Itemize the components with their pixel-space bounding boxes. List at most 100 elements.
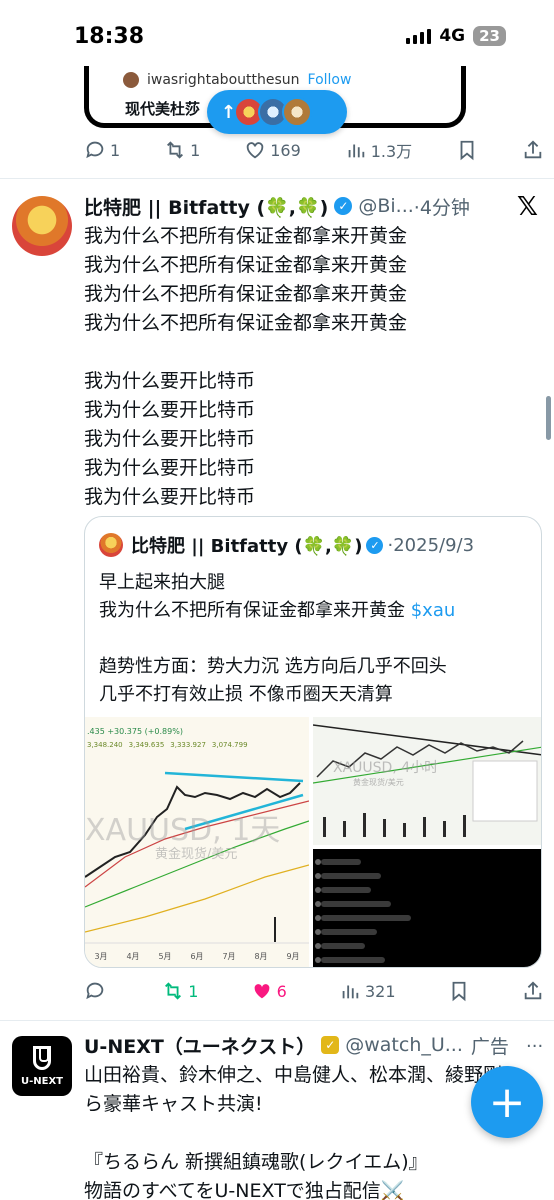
views-icon [348, 144, 364, 158]
battery-level: 23 [473, 26, 506, 46]
ad-handle[interactable]: @watch_U... [345, 1034, 463, 1056]
chat-line [321, 915, 411, 921]
reply-icon [86, 982, 104, 1000]
quote-display-name: 比特肥 || Bitfatty (🍀,🍀) [131, 536, 363, 557]
chat-line [321, 901, 391, 907]
post-line: 我为什么不把所有保证金都拿来开黄金 [84, 254, 408, 276]
bookmark-button[interactable] [448, 980, 470, 1002]
status-bar: 18:38 4G 23 [0, 0, 554, 74]
like-count: 169 [270, 140, 301, 160]
post-actions: 1 6 321 [84, 980, 544, 1002]
post-line: 我为什么要开比特币 [84, 457, 256, 479]
repost-count: 1 [188, 981, 199, 1001]
ad-avatar[interactable]: U-NEXT [12, 1036, 72, 1096]
share-button[interactable] [522, 980, 544, 1002]
post-header: 比特肥 || Bitfatty (🍀,🍀) ✓ @Bi... ·4分钟 [84, 192, 524, 220]
chart-watermark-sub: 黄金现货/美元 [155, 847, 238, 862]
chat-line [321, 887, 371, 893]
like-button[interactable]: 6 [251, 980, 287, 1002]
quote-avatar [99, 533, 123, 557]
pill-avatar [282, 97, 313, 127]
chat-screenshot-image[interactable] [313, 849, 541, 967]
repost-button[interactable]: 1 [162, 980, 198, 1002]
compose-post-button[interactable]: + [471, 1066, 543, 1138]
quote-line: 我为什么不把所有保证金都拿来开黄金 $xau [99, 597, 455, 625]
ad-line [84, 1119, 502, 1148]
reply-icon [86, 141, 104, 159]
repost-icon [165, 982, 182, 1000]
share-icon [524, 140, 542, 159]
chart-image-daily[interactable]: .435 +30.375 (+0.89%) 3,348.240 3,349.63… [85, 717, 309, 967]
post-line: 我为什么要开比特币 [84, 486, 256, 508]
quote-line: 趋势性方面：势大力沉 选方向后几乎不回头 [99, 656, 447, 677]
ad-header: U-NEXT（ユーネクスト） ✓ @watch_U... 广告 [84, 1031, 524, 1059]
x-tick-label: 8月 [254, 952, 268, 961]
repost-icon [167, 141, 184, 159]
view-count: 1.3万 [370, 142, 413, 161]
bookmark-button[interactable] [456, 139, 478, 161]
reply-button[interactable] [84, 980, 110, 1002]
prev-post-actions: 1 1 169 1.3万 [84, 138, 544, 162]
ad-line: 山田裕貴、鈴木伸之、中島健人、松本潤、綾野剛 [84, 1064, 503, 1086]
gold-verified-badge-icon: ✓ [321, 1036, 340, 1054]
ad-label: 广告 [470, 1035, 509, 1058]
post-avatar[interactable] [12, 196, 72, 256]
x-tick-label: 5月 [158, 952, 172, 961]
post-line: 我为什么要开比特币 [84, 428, 256, 450]
chat-line [321, 859, 361, 865]
ad-body: 山田裕貴、鈴木伸之、中島健人、松本潤、綾野剛 ら豪華キャスト共演! 『ちるらん … [84, 1061, 502, 1200]
cashtag-link[interactable]: $xau [411, 600, 456, 621]
chart-image-4h[interactable]: XAUUSD, 4小时 黄金现货/美元 [313, 717, 541, 845]
reply-button[interactable]: 1 [84, 139, 120, 161]
views-button[interactable]: 321 [339, 980, 396, 1002]
more-options-icon[interactable]: ··· [526, 1036, 543, 1057]
ad-display-name[interactable]: U-NEXT（ユーネクスト） [84, 1032, 315, 1059]
quote-line-text: 我为什么不把所有保证金都拿来开黄金 [99, 600, 411, 621]
chat-line [321, 943, 365, 949]
like-button[interactable]: 169 [244, 139, 301, 161]
views-icon [342, 985, 359, 999]
candlestick-chart-4h [313, 724, 541, 837]
ad-line: ら豪華キャスト共演! [84, 1093, 263, 1115]
views-button[interactable]: 1.3万 [345, 138, 412, 162]
repost-count: 1 [190, 140, 201, 160]
post-handle[interactable]: @Bi... [358, 195, 413, 217]
new-posts-pill[interactable]: ↑ [207, 90, 347, 134]
signal-icon [406, 28, 432, 44]
chat-line [321, 929, 377, 935]
verified-badge-icon: ✓ [334, 197, 353, 215]
chart-x-axis: 3月 4月 5月 6月 7月 8月 9月 [85, 951, 309, 962]
repost-button[interactable]: 1 [164, 139, 200, 161]
ad-line: 『ちるらん 新撰組鎮魂歌(レクイエム)』 [84, 1151, 428, 1173]
post-line [84, 338, 407, 367]
ad-line: 物語のすべてをU-NEXTで独占配信⚔️ [84, 1180, 405, 1200]
post-display-name[interactable]: 比特肥 || Bitfatty (🍀,🍀) [84, 193, 328, 220]
ad-logo-label: U-NEXT [20, 1076, 63, 1087]
embed-follow-link[interactable]: Follow [308, 72, 352, 88]
post-line: 我为什么不把所有保证金都拿来开黄金 [84, 283, 408, 305]
x-logo-icon: 𝕏 [517, 192, 538, 222]
post-divider [0, 178, 554, 179]
chat-line [321, 957, 385, 963]
post-body: 我为什么不把所有保证金都拿来开黄金 我为什么不把所有保证金都拿来开黄金 我为什么… [84, 222, 407, 512]
share-icon [524, 981, 542, 1000]
share-button[interactable] [522, 139, 544, 161]
quote-header: 比特肥 || Bitfatty (🍀,🍀) ✓ ·2025/9/3 [131, 532, 474, 558]
bookmark-icon [460, 140, 474, 161]
quote-text: 早上起来拍大腿 我为什么不把所有保证金都拿来开黄金 $xau 趋势性方面：势大力… [99, 569, 455, 709]
quoted-post[interactable]: 比特肥 || Bitfatty (🍀,🍀) ✓ ·2025/9/3 早上起来拍大… [84, 516, 542, 968]
quote-date: ·2025/9/3 [387, 534, 475, 556]
quote-line: 几乎不打有效止损 不像币圈天天清算 [99, 684, 393, 705]
quote-line [99, 625, 455, 653]
scrollbar[interactable] [546, 396, 551, 440]
x-tick-label: 9月 [286, 952, 300, 961]
x-tick-label: 4月 [126, 952, 140, 961]
status-time: 18:38 [74, 24, 145, 49]
x-tick-label: 3月 [94, 952, 108, 961]
chart-watermark: XAUUSD, 4小时 [333, 760, 439, 776]
post-line: 我为什么要开比特币 [84, 399, 256, 421]
heart-filled-icon [254, 984, 269, 999]
post-line: 我为什么不把所有保证金都拿来开黄金 [84, 225, 408, 247]
embed-text: 现代美杜莎 [125, 100, 201, 118]
chart-watermark-sub: 黄金现货/美元 [353, 778, 404, 787]
